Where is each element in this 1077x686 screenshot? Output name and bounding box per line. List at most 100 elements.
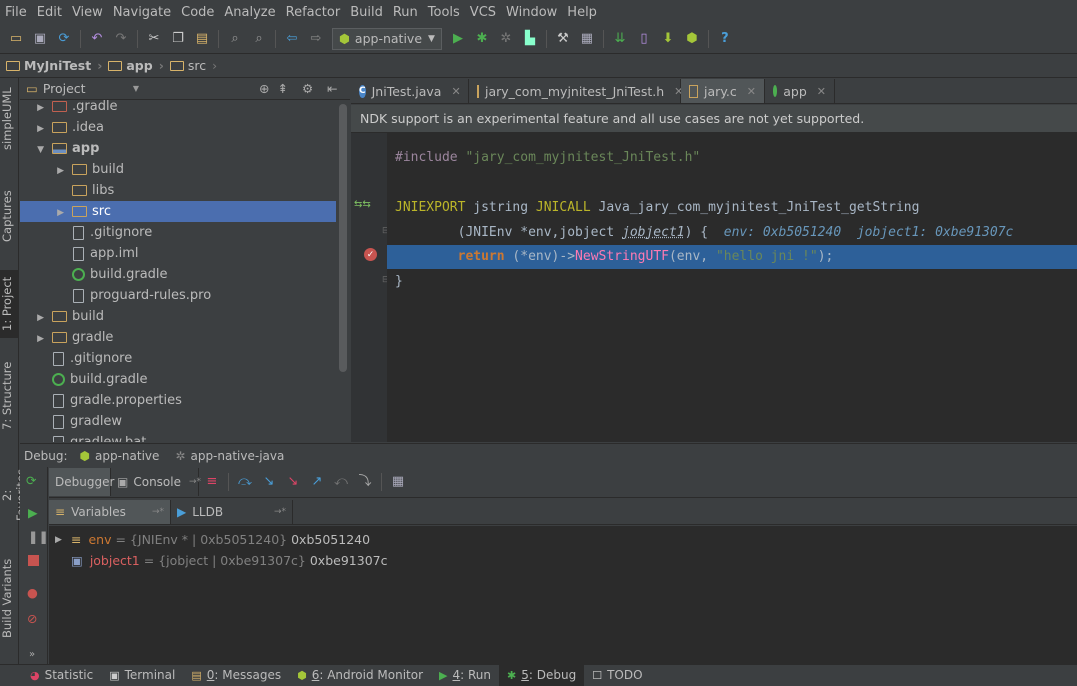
- menu-code[interactable]: Code: [176, 5, 219, 20]
- project-view-select[interactable]: Project: [43, 81, 133, 96]
- close-icon[interactable]: ✕: [747, 85, 756, 98]
- tab-jnitest-java[interactable]: C JniTest.java ✕: [351, 79, 469, 103]
- step-over-icon[interactable]: ⤼: [236, 473, 254, 491]
- tool-run[interactable]: ▶ 4: Run: [431, 665, 499, 686]
- menu-vcs[interactable]: VCS: [465, 5, 501, 20]
- tool-messages[interactable]: ▤ 0: Messages: [183, 665, 289, 686]
- tool-tab-build-variants[interactable]: Build Variants: [0, 558, 19, 638]
- tree-item[interactable]: gradle.properties: [20, 390, 336, 411]
- copy-icon[interactable]: ❐: [169, 30, 187, 48]
- pause-icon[interactable]: ❚❚: [28, 529, 49, 544]
- help-icon[interactable]: ?: [716, 30, 734, 48]
- tree-item[interactable]: ▶ gradle: [20, 327, 336, 348]
- code-editor[interactable]: #include "jary_com_myjnitest_JniTest.h" …: [387, 133, 1077, 442]
- breakpoint-icon[interactable]: ✓: [364, 248, 377, 261]
- expand-arrow-icon[interactable]: ▶: [54, 166, 64, 176]
- tool-terminal[interactable]: ▣ Terminal: [101, 665, 183, 686]
- run-to-cursor-icon[interactable]: ⤵: [356, 473, 374, 491]
- more-icon[interactable]: »: [29, 649, 35, 660]
- undo-icon[interactable]: ↶: [88, 30, 106, 48]
- tab-app[interactable]: app ✕: [765, 79, 835, 103]
- project-tree-scrollbar[interactable]: [339, 104, 347, 372]
- tree-item[interactable]: ▶ .idea: [20, 117, 336, 138]
- tree-item[interactable]: ▶ build: [20, 306, 336, 327]
- gradle-sync-icon[interactable]: ⇊: [611, 30, 629, 48]
- tool-todo[interactable]: ☐ TODO: [584, 665, 650, 686]
- menu-navigate[interactable]: Navigate: [108, 5, 176, 20]
- drop-frame-icon[interactable]: ⤺: [332, 473, 350, 491]
- collapse-all-icon[interactable]: ⇞: [277, 81, 287, 96]
- chevron-down-icon[interactable]: ▼: [133, 84, 139, 93]
- tool-tab-structure[interactable]: 7: Structure: [0, 358, 19, 434]
- cut-icon[interactable]: ✂: [145, 30, 163, 48]
- session-tab-app-native[interactable]: ⬢ app-native: [80, 449, 160, 463]
- menu-analyze[interactable]: Analyze: [219, 5, 280, 20]
- tab-jary-c[interactable]: jary.c ✕: [681, 79, 765, 103]
- tree-item[interactable]: build.gradle: [20, 369, 336, 390]
- tree-item[interactable]: libs: [20, 180, 336, 201]
- scroll-from-source-icon[interactable]: ⊕: [259, 81, 269, 96]
- related-symbol-icon[interactable]: ⇆⇆: [354, 199, 371, 210]
- tool-android-monitor[interactable]: ⬢ 6: Android Monitor: [289, 665, 431, 686]
- tree-item[interactable]: ▶ src: [20, 201, 336, 222]
- menu-build[interactable]: Build: [345, 5, 388, 20]
- variable-row-jobject1[interactable]: ▣ jobject1 = {jobject | 0xbe91307c} 0xbe…: [71, 550, 387, 571]
- mute-breakpoints-icon[interactable]: ⊘: [27, 611, 37, 626]
- tree-item[interactable]: ▶ build: [20, 159, 336, 180]
- step-into-icon[interactable]: ↘: [260, 473, 278, 491]
- close-icon[interactable]: ✕: [817, 85, 826, 98]
- save-icon[interactable]: ▣: [31, 30, 49, 48]
- menu-refactor[interactable]: Refactor: [281, 5, 346, 20]
- expand-arrow-icon[interactable]: ▶: [34, 334, 44, 344]
- step-out-icon[interactable]: ↗: [308, 473, 326, 491]
- breadcrumb-project[interactable]: MyJniTest ›: [6, 58, 102, 73]
- tab-debugger[interactable]: Debugger: [49, 468, 114, 496]
- menu-tools[interactable]: Tools: [423, 5, 465, 20]
- rerun-icon[interactable]: ⟳: [26, 473, 36, 488]
- gear-icon[interactable]: ⚙: [302, 81, 313, 96]
- android-device-monitor-icon[interactable]: ⬢: [683, 30, 701, 48]
- open-folder-icon[interactable]: ▭: [7, 30, 25, 48]
- sdk-manager-icon[interactable]: ⬇: [659, 30, 677, 48]
- debug-icon[interactable]: ✱: [473, 30, 491, 48]
- tree-item[interactable]: gradlew: [20, 411, 336, 432]
- settings-wrench-icon[interactable]: ⚒: [554, 30, 572, 48]
- menu-run[interactable]: Run: [388, 5, 423, 20]
- tool-tab-favorites[interactable]: 2: Favorites: [0, 462, 28, 528]
- tab-jni-header[interactable]: jary_com_myjnitest_JniTest.h ✕: [469, 79, 683, 103]
- resume-icon[interactable]: ▶: [28, 505, 38, 520]
- expand-arrow-icon[interactable]: ▶: [34, 103, 44, 113]
- tab-lldb[interactable]: ▶ LLDB →*: [171, 499, 293, 524]
- breadcrumb-app[interactable]: app ›: [108, 58, 164, 73]
- tree-item[interactable]: .gitignore: [20, 348, 336, 369]
- find-icon[interactable]: ⌕: [226, 30, 244, 48]
- tree-item[interactable]: app.iml: [20, 243, 336, 264]
- forward-icon[interactable]: ⇨: [307, 30, 325, 48]
- force-step-into-icon[interactable]: ↘: [284, 473, 302, 491]
- breadcrumb-src[interactable]: src ›: [169, 58, 217, 73]
- avd-manager-icon[interactable]: ▯: [635, 30, 653, 48]
- evaluate-expression-icon[interactable]: ▦: [389, 473, 407, 491]
- show-execution-point-icon[interactable]: ≡: [203, 473, 221, 491]
- expand-down-icon[interactable]: ▼: [34, 145, 44, 155]
- menu-window[interactable]: Window: [501, 5, 562, 20]
- coverage-icon[interactable]: ✲: [497, 30, 515, 48]
- stop-icon[interactable]: [28, 555, 39, 566]
- attach-debugger-icon[interactable]: ▙: [521, 30, 539, 48]
- tree-item[interactable]: gradlew.bat: [20, 432, 336, 442]
- redo-icon[interactable]: ↷: [112, 30, 130, 48]
- tool-tab-simpleuml[interactable]: simpleUML: [0, 86, 19, 152]
- view-breakpoints-icon[interactable]: ●: [27, 585, 38, 600]
- expand-arrow-icon[interactable]: ▶: [34, 313, 44, 323]
- run-icon[interactable]: ▶: [449, 30, 467, 48]
- expand-arrow-icon[interactable]: ▶: [55, 535, 71, 545]
- tool-tab-captures[interactable]: Captures: [0, 186, 19, 246]
- hide-panel-icon[interactable]: ⇤: [327, 81, 337, 96]
- sync-icon[interactable]: ⟳: [55, 30, 73, 48]
- expand-arrow-icon[interactable]: ▶: [54, 208, 64, 218]
- menu-help[interactable]: Help: [562, 5, 602, 20]
- variable-row-env[interactable]: ▶ ≡ env = {JNIEnv * | 0xb5051240} 0xb505…: [55, 529, 370, 550]
- expand-arrow-icon[interactable]: ▶: [34, 124, 44, 134]
- back-icon[interactable]: ⇦: [283, 30, 301, 48]
- tool-debug[interactable]: ✱ 5: Debug: [499, 664, 585, 686]
